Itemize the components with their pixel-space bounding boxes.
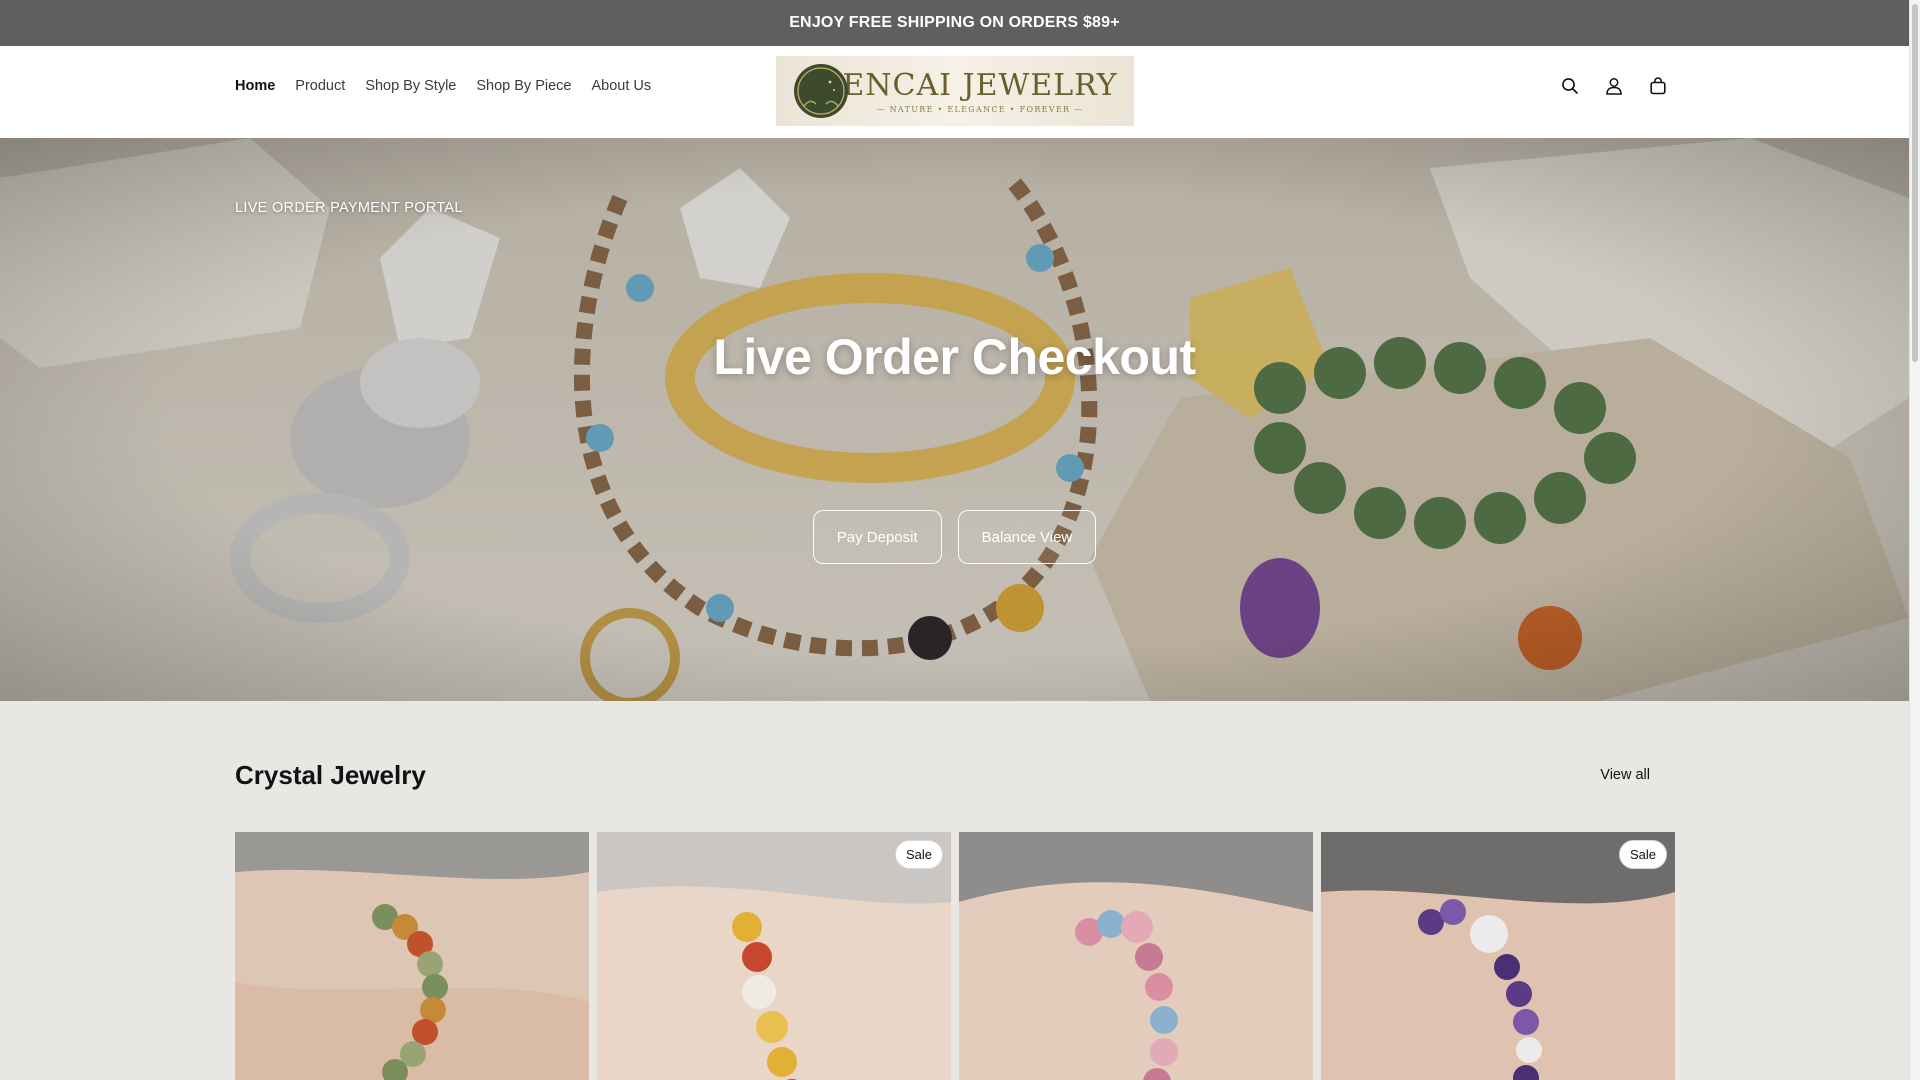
product-image-2	[597, 832, 951, 1080]
announcement-text: ENJOY FREE SHIPPING ON ORDERS $89+	[789, 14, 1120, 31]
product-image-4	[1321, 832, 1675, 1080]
bead	[1516, 1037, 1542, 1063]
nav-shop-by-piece[interactable]: Shop By Piece	[476, 78, 571, 94]
bead	[1097, 910, 1125, 938]
logo-moon-emblem-icon	[790, 60, 852, 122]
nav-about-us[interactable]: About Us	[591, 78, 651, 94]
account-icon[interactable]	[1603, 75, 1625, 97]
collection-title: Crystal Jewelry	[235, 760, 426, 790]
nav-shop-by-style[interactable]: Shop By Style	[365, 78, 456, 94]
bead	[1150, 1038, 1178, 1066]
sale-badge: Sale	[894, 840, 943, 869]
bead	[1145, 973, 1173, 1001]
product-card-2[interactable]: Sale	[597, 832, 951, 1080]
hero-title: Live Order Checkout	[713, 329, 1196, 385]
hero-crystal-jewelry-image	[0, 138, 1909, 701]
product-card-4[interactable]: Sale	[1321, 832, 1675, 1080]
bead	[742, 975, 776, 1009]
product-card-1[interactable]	[235, 832, 589, 1080]
main-nav: Home Product Shop By Style Shop By Piece…	[235, 46, 651, 126]
bead	[412, 1019, 438, 1045]
page: ENJOY FREE SHIPPING ON ORDERS $89+ Home …	[0, 0, 1909, 1080]
bead	[756, 1011, 788, 1043]
product-image-3	[959, 832, 1313, 1080]
bead	[1494, 954, 1520, 980]
nav-product[interactable]: Product	[295, 78, 345, 94]
announcement-bar: ENJOY FREE SHIPPING ON ORDERS $89+	[0, 0, 1909, 46]
bead	[1506, 981, 1532, 1007]
bead	[422, 974, 448, 1000]
logo-title: ENCAI JEWELRY	[842, 67, 1118, 103]
cart-icon[interactable]	[1647, 75, 1669, 97]
site-logo[interactable]: ENCAI JEWELRY — NATURE • ELEGANCE • FORE…	[776, 56, 1134, 126]
logo-text: ENCAI JEWELRY — NATURE • ELEGANCE • FORE…	[842, 68, 1116, 114]
product-card-3[interactable]	[959, 832, 1313, 1080]
hero-buttons: Pay Deposit Balance View	[0, 510, 1909, 564]
hero-eyebrow: LIVE ORDER PAYMENT PORTAL	[235, 200, 463, 216]
bead	[742, 942, 772, 972]
header-actions	[1559, 46, 1669, 126]
collection-section: Crystal Jewelry View all Sale Sale	[0, 701, 1909, 1080]
pay-deposit-button[interactable]: Pay Deposit	[812, 510, 942, 564]
header-spacer	[0, 126, 1909, 138]
site-header: Home Product Shop By Style Shop By Piece…	[0, 46, 1909, 126]
bead	[732, 912, 762, 942]
page-scrollbar[interactable]	[1909, 0, 1920, 1080]
bead	[767, 1047, 797, 1077]
logo-tagline: — NATURE • ELEGANCE • FOREVER —	[876, 104, 1084, 114]
sale-badge: Sale	[1618, 840, 1667, 869]
bead	[417, 951, 443, 977]
browser-viewport: ENJOY FREE SHIPPING ON ORDERS $89+ Home …	[0, 0, 1920, 1080]
bead	[1150, 1006, 1178, 1034]
product-grid: Sale Sale	[235, 832, 1675, 1080]
bead	[1135, 943, 1163, 971]
balance-view-button[interactable]: Balance View	[957, 510, 1097, 564]
view-all-link[interactable]: View all	[1600, 767, 1650, 783]
bead	[1513, 1009, 1539, 1035]
bead	[1440, 899, 1466, 925]
bead	[1470, 915, 1508, 953]
bead	[1121, 911, 1153, 943]
search-icon[interactable]	[1559, 75, 1581, 97]
scrollbar-thumb[interactable]	[1912, 4, 1918, 362]
nav-home[interactable]: Home	[235, 78, 275, 94]
hero-banner: LIVE ORDER PAYMENT PORTAL Live Order Che…	[0, 138, 1909, 701]
product-image-1	[235, 832, 589, 1080]
